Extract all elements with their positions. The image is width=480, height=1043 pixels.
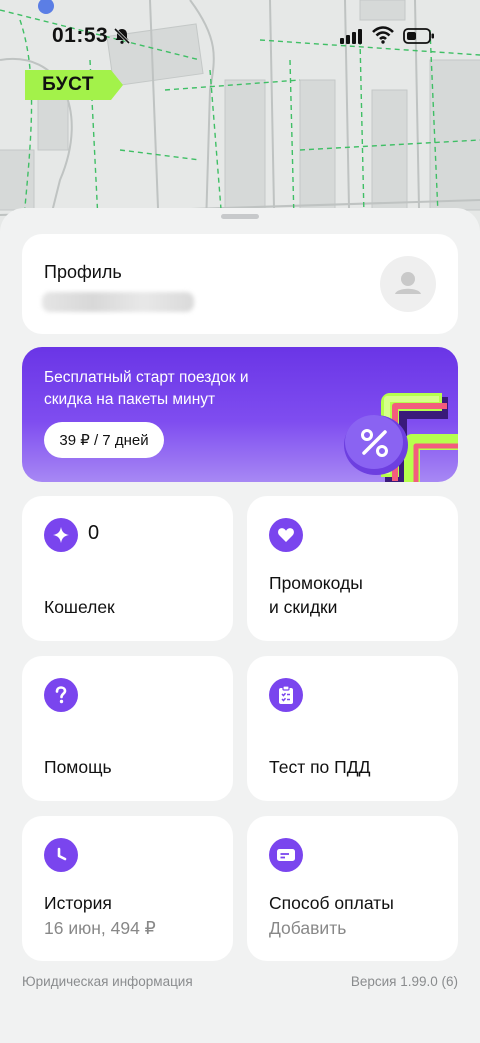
promocodes-tile[interactable]: Промокоды и скидки [247,496,458,641]
checklist-icon [269,678,303,712]
battery-icon [403,28,435,49]
heart-icon [269,518,303,552]
profile-card[interactable]: Профиль [22,234,458,334]
profile-phone-hidden [42,292,194,312]
wallet-tile[interactable]: 0 Кошелек [22,496,233,641]
wallet-balance: 0 [88,522,100,544]
help-tile[interactable]: Помощь [22,656,233,801]
traffic-test-tile[interactable]: Тест по ПДД [247,656,458,801]
card-icon [269,838,303,872]
promocodes-label-line1: Промокоды [269,573,363,593]
history-last-trip: 16 июн, 494 ₽ [44,918,156,938]
avatar-icon [395,272,421,294]
signal-icon [340,28,362,49]
status-bar: 01:53 [0,18,480,54]
history-label: История [44,893,112,913]
bell-off-icon [113,27,131,50]
brand-logo: БУСТ [25,70,123,100]
payment-method-tile[interactable]: Способ оплаты Добавить [247,816,458,961]
promo-price-button[interactable]: 39 ₽ / 7 дней [44,422,164,458]
traffic-test-label: Тест по ПДД [269,757,371,777]
status-time: 01:53 [52,24,109,47]
wifi-icon [372,26,394,49]
clock-icon [44,838,78,872]
promo-text: Бесплатный старт поездок и скидка на пак… [44,369,249,408]
payment-add-link: Добавить [269,918,347,938]
help-label: Помощь [44,757,112,777]
percent-icon [344,415,408,475]
brand-logo-text: БУСТ [42,74,94,95]
promocodes-label-line2: и скидки [269,597,338,617]
payment-method-label: Способ оплаты [269,893,394,913]
question-icon [44,678,78,712]
wallet-label: Кошелек [44,597,115,617]
menu-sheet: Профиль Бесплатный старт поездок и скидк… [0,208,480,1043]
avatar[interactable] [380,256,436,312]
sheet-handle[interactable] [221,214,259,219]
app-version: Версия 1.99.0 (6) [350,974,458,989]
promo-illustration [344,393,458,482]
profile-title: Профиль [44,262,122,282]
legal-info-link[interactable]: Юридическая информация [22,974,193,989]
promo-banner[interactable]: Бесплатный старт поездок и скидка на пак… [22,347,458,482]
sparkle-icon [44,518,78,552]
history-tile[interactable]: История 16 июн, 494 ₽ [22,816,233,961]
